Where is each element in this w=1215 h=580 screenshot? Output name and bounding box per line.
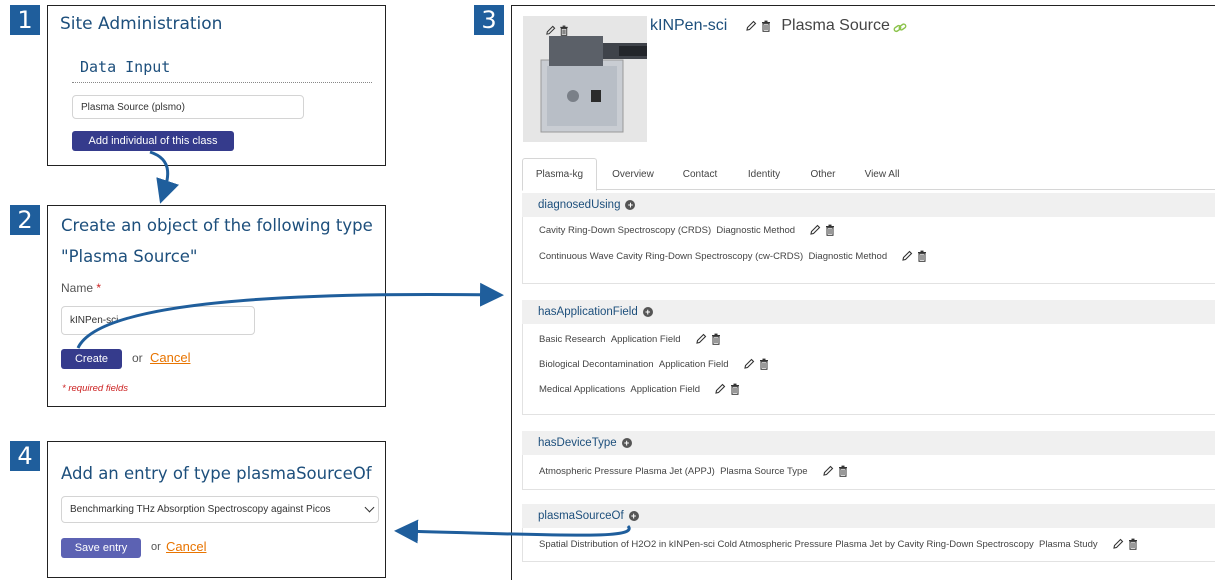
plus-circle-icon[interactable]: + [642, 307, 653, 317]
pencil-icon[interactable] [743, 358, 755, 370]
list-item: Medical Applications Application Field [539, 383, 740, 395]
tab-plasma-kg[interactable]: Plasma-kg [522, 158, 597, 191]
trash-icon[interactable] [825, 224, 835, 236]
step-badge-2: 2 [10, 205, 40, 235]
create-object-panel: Create an object of the following type "… [47, 205, 386, 407]
pencil-icon[interactable] [745, 20, 757, 32]
list-item: Biological Decontamination Application F… [539, 358, 769, 370]
trash-icon[interactable] [761, 20, 771, 32]
entry-select[interactable]: Benchmarking THz Absorption Spectroscopy… [61, 496, 379, 523]
pencil-icon[interactable] [714, 383, 726, 395]
tab-bar: Plasma-kg Overview Contact Identity Othe… [522, 158, 1215, 191]
individual-view-panel: kINPen-sci Plasma Source Plasma-kg Overv… [511, 5, 1215, 580]
plus-circle-icon[interactable]: + [625, 200, 636, 210]
pencil-icon[interactable] [809, 224, 821, 236]
pencil-icon[interactable] [545, 25, 556, 36]
step-badge-3: 3 [474, 5, 504, 35]
list-item: Continuous Wave Cavity Ring-Down Spectro… [539, 250, 927, 262]
trash-icon[interactable] [559, 25, 569, 36]
trash-icon[interactable] [759, 358, 769, 370]
list-item: Spatial Distribution of H2O2 in kINPen-s… [539, 538, 1138, 550]
type-name-heading: "Plasma Source" [61, 247, 198, 266]
trash-icon[interactable] [838, 465, 848, 477]
list-item: Basic Research Application Field [539, 333, 721, 345]
create-heading: Create an object of the following type [61, 216, 373, 235]
site-admin-panel: Site Administration Data Input Plasma So… [47, 5, 386, 166]
or-text: or [132, 351, 143, 365]
section-header-diagnosed-using: diagnosedUsing + [522, 193, 1215, 217]
list-item: Atmospheric Pressure Plasma Jet (APPJ) P… [539, 465, 848, 477]
pencil-icon[interactable] [1112, 538, 1124, 550]
tab-overview[interactable]: Overview [602, 158, 664, 190]
add-entry-heading: Add an entry of type plasmaSourceOf [61, 464, 372, 483]
step-badge-4: 4 [10, 441, 40, 471]
name-input[interactable]: kINPen-sci [61, 306, 255, 335]
pencil-icon[interactable] [695, 333, 707, 345]
data-input-heading: Data Input [80, 58, 171, 76]
section-header-has-application-field: hasApplicationField + [522, 300, 1215, 324]
add-individual-button[interactable]: Add individual of this class [72, 131, 234, 151]
pencil-icon[interactable] [901, 250, 913, 262]
entity-type: Plasma Source [781, 17, 890, 34]
section-body-plasma-source-of: Spatial Distribution of H2O2 in kINPen-s… [522, 528, 1215, 562]
panel-title: Site Administration [60, 14, 223, 34]
or-text: or [151, 541, 161, 553]
add-entry-panel: Add an entry of type plasmaSourceOf Benc… [47, 441, 386, 578]
create-button[interactable]: Create [61, 349, 122, 369]
name-field-label: Name * [61, 281, 102, 295]
plus-circle-icon[interactable]: + [628, 511, 639, 521]
entity-header: kINPen-sci Plasma Source [650, 17, 907, 35]
required-star: * [96, 281, 102, 295]
step-badge-1: 1 [10, 5, 40, 35]
tab-contact[interactable]: Contact [672, 158, 728, 190]
class-select[interactable]: Plasma Source (plsmo) [72, 95, 304, 119]
plasma-source-photo [523, 16, 647, 142]
photo-edit-icons [545, 25, 569, 36]
cancel-link[interactable]: Cancel [166, 539, 206, 554]
plus-circle-icon[interactable]: + [621, 438, 632, 448]
section-body-has-device-type: Atmospheric Pressure Plasma Jet (APPJ) P… [522, 455, 1215, 490]
tab-view-all[interactable]: View All [854, 158, 910, 190]
entity-name: kINPen-sci [650, 17, 728, 34]
chevron-down-icon [364, 502, 375, 513]
trash-icon[interactable] [730, 383, 740, 395]
cancel-link[interactable]: Cancel [150, 350, 190, 365]
tab-identity[interactable]: Identity [736, 158, 792, 190]
section-body-has-application-field: Basic Research Application Field Biologi… [522, 324, 1215, 415]
section-body-diagnosed-using: Cavity Ring-Down Spectroscopy (CRDS) Dia… [522, 217, 1215, 284]
trash-icon[interactable] [1128, 538, 1138, 550]
section-header-has-device-type: hasDeviceType + [522, 431, 1215, 455]
tab-other[interactable]: Other [800, 158, 846, 190]
pencil-icon[interactable] [822, 465, 834, 477]
trash-icon[interactable] [917, 250, 927, 262]
section-header-plasma-source-of: plasmaSourceOf + [522, 504, 1215, 528]
required-fields-note: * required fields [62, 383, 129, 394]
list-item: Cavity Ring-Down Spectroscopy (CRDS) Dia… [539, 224, 835, 236]
trash-icon[interactable] [711, 333, 721, 345]
heading-divider [72, 82, 372, 83]
save-entry-button[interactable]: Save entry [61, 538, 141, 558]
link-icon[interactable] [893, 22, 907, 34]
